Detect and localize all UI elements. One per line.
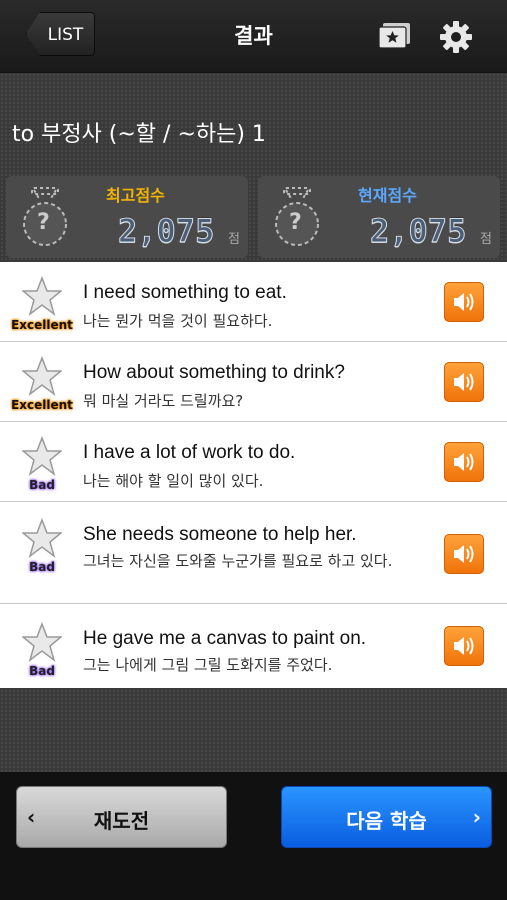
grade-label: Bad: [29, 664, 55, 678]
nav-bar: LIST 결과: [0, 0, 507, 73]
speaker-icon: [454, 373, 474, 391]
speaker-icon: [454, 453, 474, 471]
sentence-korean: 나는 해야 할 일이 많이 있다.: [83, 472, 264, 490]
star-icon: [22, 622, 62, 662]
sentence-korean: 뭐 마실 거라도 드릴까요?: [83, 392, 244, 410]
star-folder-icon[interactable]: [378, 22, 412, 50]
list-item: Bad I have a lot of work to do. 나는 해야 할 …: [0, 422, 507, 502]
sentence-english: She needs someone to help her.: [83, 524, 357, 545]
grade-label: Excellent: [11, 318, 73, 332]
best-score-value: 2,075: [117, 212, 215, 251]
grade-label: Excellent: [11, 398, 73, 412]
speaker-icon: [454, 293, 474, 311]
retry-button[interactable]: ‹ 재도전: [16, 786, 227, 848]
list-item: Excellent How about something to drink? …: [0, 342, 507, 422]
star-icon: [22, 276, 62, 316]
speaker-icon: [454, 545, 474, 563]
sentence-korean: 나는 뭔가 먹을 것이 필요하다.: [83, 312, 273, 330]
chevron-right-icon: ›: [472, 805, 481, 829]
play-sound-button[interactable]: [444, 362, 484, 402]
play-sound-button[interactable]: [444, 282, 484, 322]
play-sound-button[interactable]: [444, 442, 484, 482]
lesson-title: to 부정사 (~할 / ~하는) 1: [12, 122, 266, 147]
list-item: Excellent I need something to eat. 나는 뭔가…: [0, 262, 507, 342]
star-icon: [22, 518, 62, 558]
best-score-panel: ? 최고점수 2,075 점: [6, 176, 248, 258]
grade-label: Bad: [29, 560, 55, 574]
sentence-english: I need something to eat.: [83, 282, 287, 303]
star-icon: [22, 436, 62, 476]
best-score-label: 최고점수: [106, 186, 165, 205]
retry-button-label: 재도전: [93, 809, 150, 833]
next-button-label: 다음 학습: [346, 809, 427, 833]
grade-label: Bad: [29, 478, 55, 492]
sentence-english: How about something to drink?: [83, 362, 345, 383]
next-lesson-button[interactable]: 다음 학습 ›: [281, 786, 492, 848]
play-sound-button[interactable]: [444, 626, 484, 666]
current-score-value: 2,075: [369, 212, 467, 251]
speaker-icon: [454, 637, 474, 655]
sentence-english: He gave me a canvas to paint on.: [83, 628, 367, 649]
star-icon: [22, 356, 62, 396]
sentence-korean: 그녀는 자신을 도와줄 누군가를 필요로 하고 있다.: [83, 552, 393, 570]
sentence-list: Excellent I need something to eat. 나는 뭔가…: [0, 262, 507, 688]
sentence-english: I have a lot of work to do.: [83, 442, 296, 463]
list-item: Bad He gave me a canvas to paint on. 그는 …: [0, 604, 507, 688]
gear-icon[interactable]: [439, 20, 473, 54]
current-score-unit: 점: [480, 232, 492, 247]
sentence-korean: 그는 나에게 그림 그릴 도화지를 주었다.: [83, 656, 333, 674]
current-medal-mark: ?: [289, 210, 302, 235]
page-title: 결과: [234, 24, 273, 48]
best-medal-mark: ?: [37, 210, 50, 235]
current-score-panel: ? 현재점수 2,075 점: [258, 176, 500, 258]
play-sound-button[interactable]: [444, 534, 484, 574]
best-score-unit: 점: [228, 232, 240, 247]
current-score-label: 현재점수: [358, 186, 417, 205]
list-item: Bad She needs someone to help her. 그녀는 자…: [0, 502, 507, 604]
